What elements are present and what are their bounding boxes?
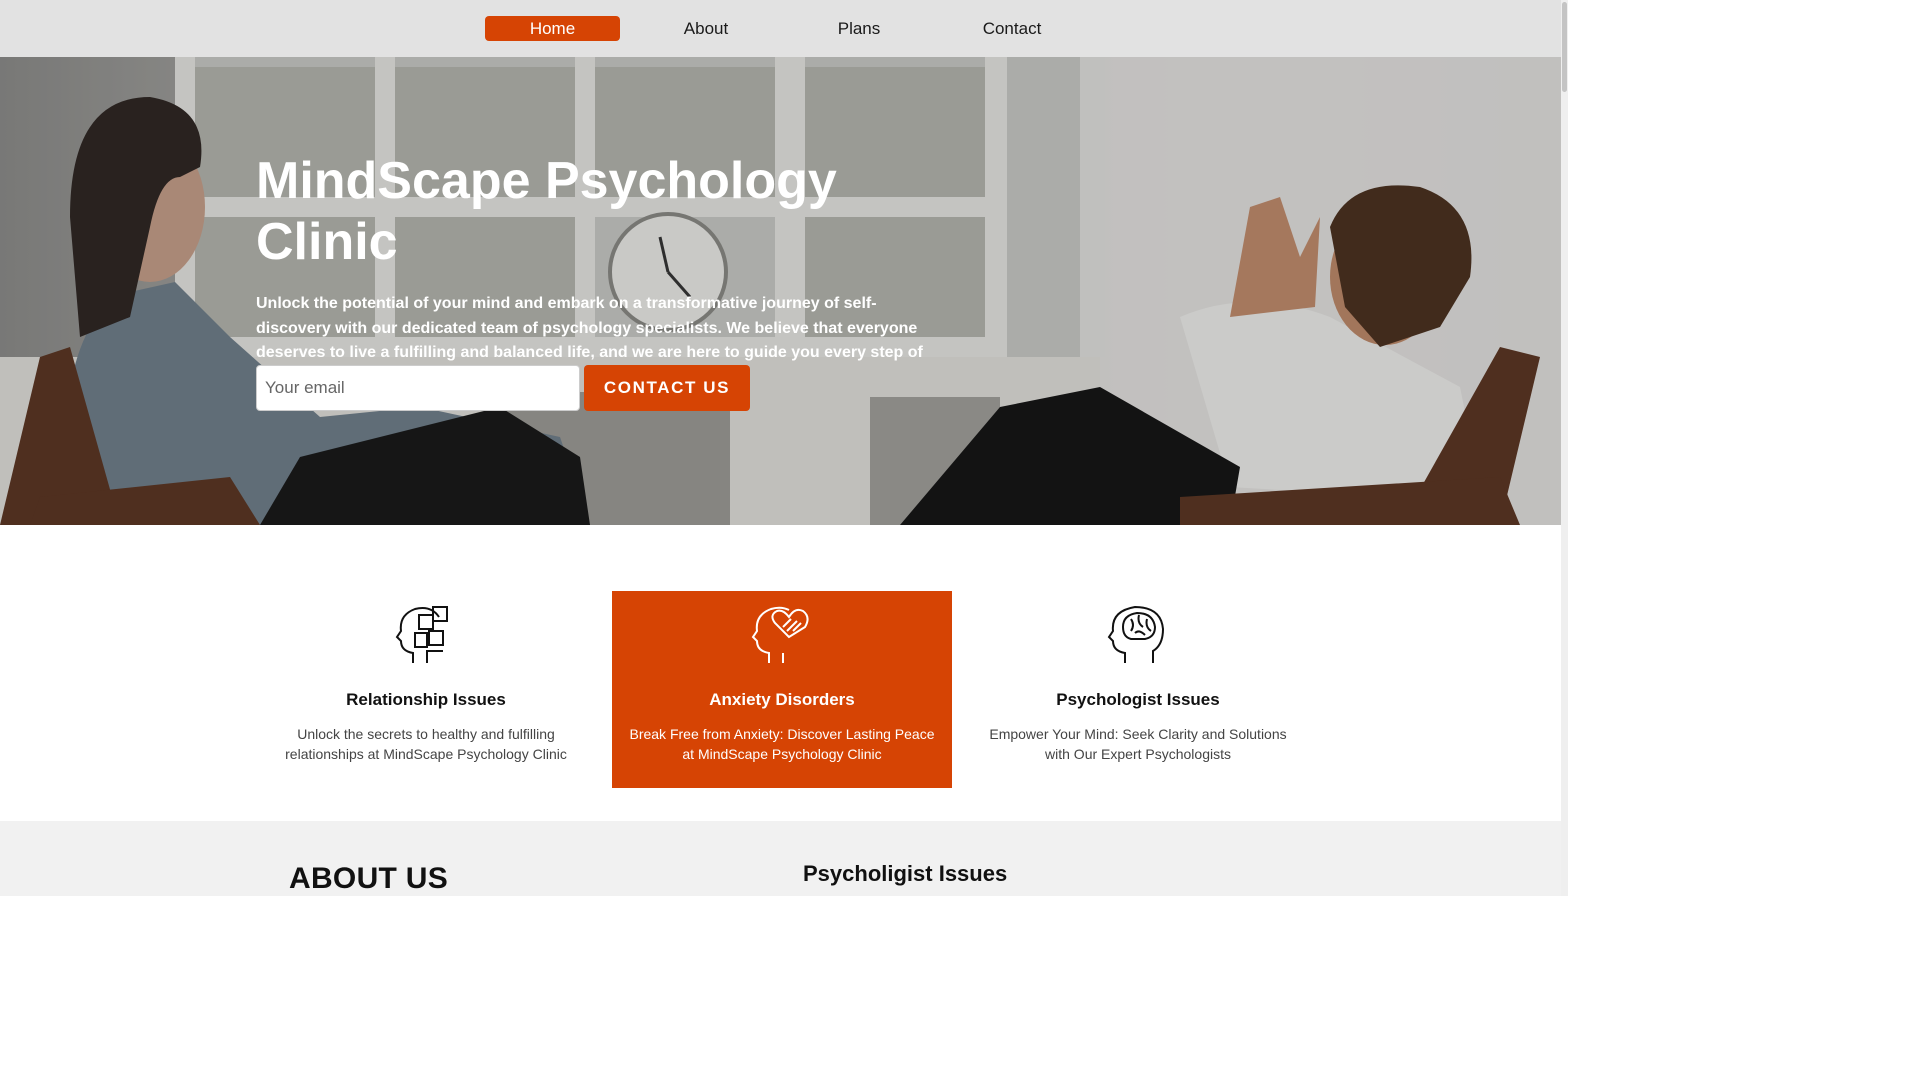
nav-plans[interactable]: Plans [819,16,899,41]
scrollbar-thumb[interactable] [1562,2,1567,92]
page-scrollbar[interactable] [1561,0,1568,896]
nav-home[interactable]: Home [485,16,620,41]
hero-section: MindScape Psychology Clinic Unlock the p… [0,57,1561,525]
card-title: Relationship Issues [346,690,506,709]
about-subtitle: Psycholigist Issues [803,861,1008,886]
top-navigation: Home About Plans Contact [0,0,1568,57]
service-card-relationship[interactable]: Relationship Issues Unlock the secrets t… [256,591,596,788]
card-text: Empower Your Mind: Seek Clarity and Solu… [989,726,1287,762]
service-card-anxiety[interactable]: Anxiety Disorders Break Free from Anxiet… [612,591,952,788]
head-brain-icon [1107,605,1165,663]
card-text: Unlock the secrets to healthy and fulfil… [285,726,567,762]
card-text: Break Free from Anxiety: Discover Lastin… [629,726,935,762]
card-title: Anxiety Disorders [709,690,855,709]
head-heart-icon [751,606,809,663]
head-puzzle-icon [395,606,448,663]
service-card-psychologist[interactable]: Psychologist Issues Empower Your Mind: S… [968,591,1308,788]
about-title: ABOUT US [289,862,449,895]
contact-us-button[interactable]: CONTACT US [584,365,750,411]
email-input[interactable] [256,365,580,411]
hero-overlay [0,57,1561,525]
hero-title: MindScape Psychology Clinic [256,152,837,271]
nav-contact[interactable]: Contact [972,16,1052,41]
card-title: Psychologist Issues [1056,690,1220,709]
nav-about[interactable]: About [666,16,746,41]
about-section: ABOUT US Psycholigist Issues [0,821,1561,896]
